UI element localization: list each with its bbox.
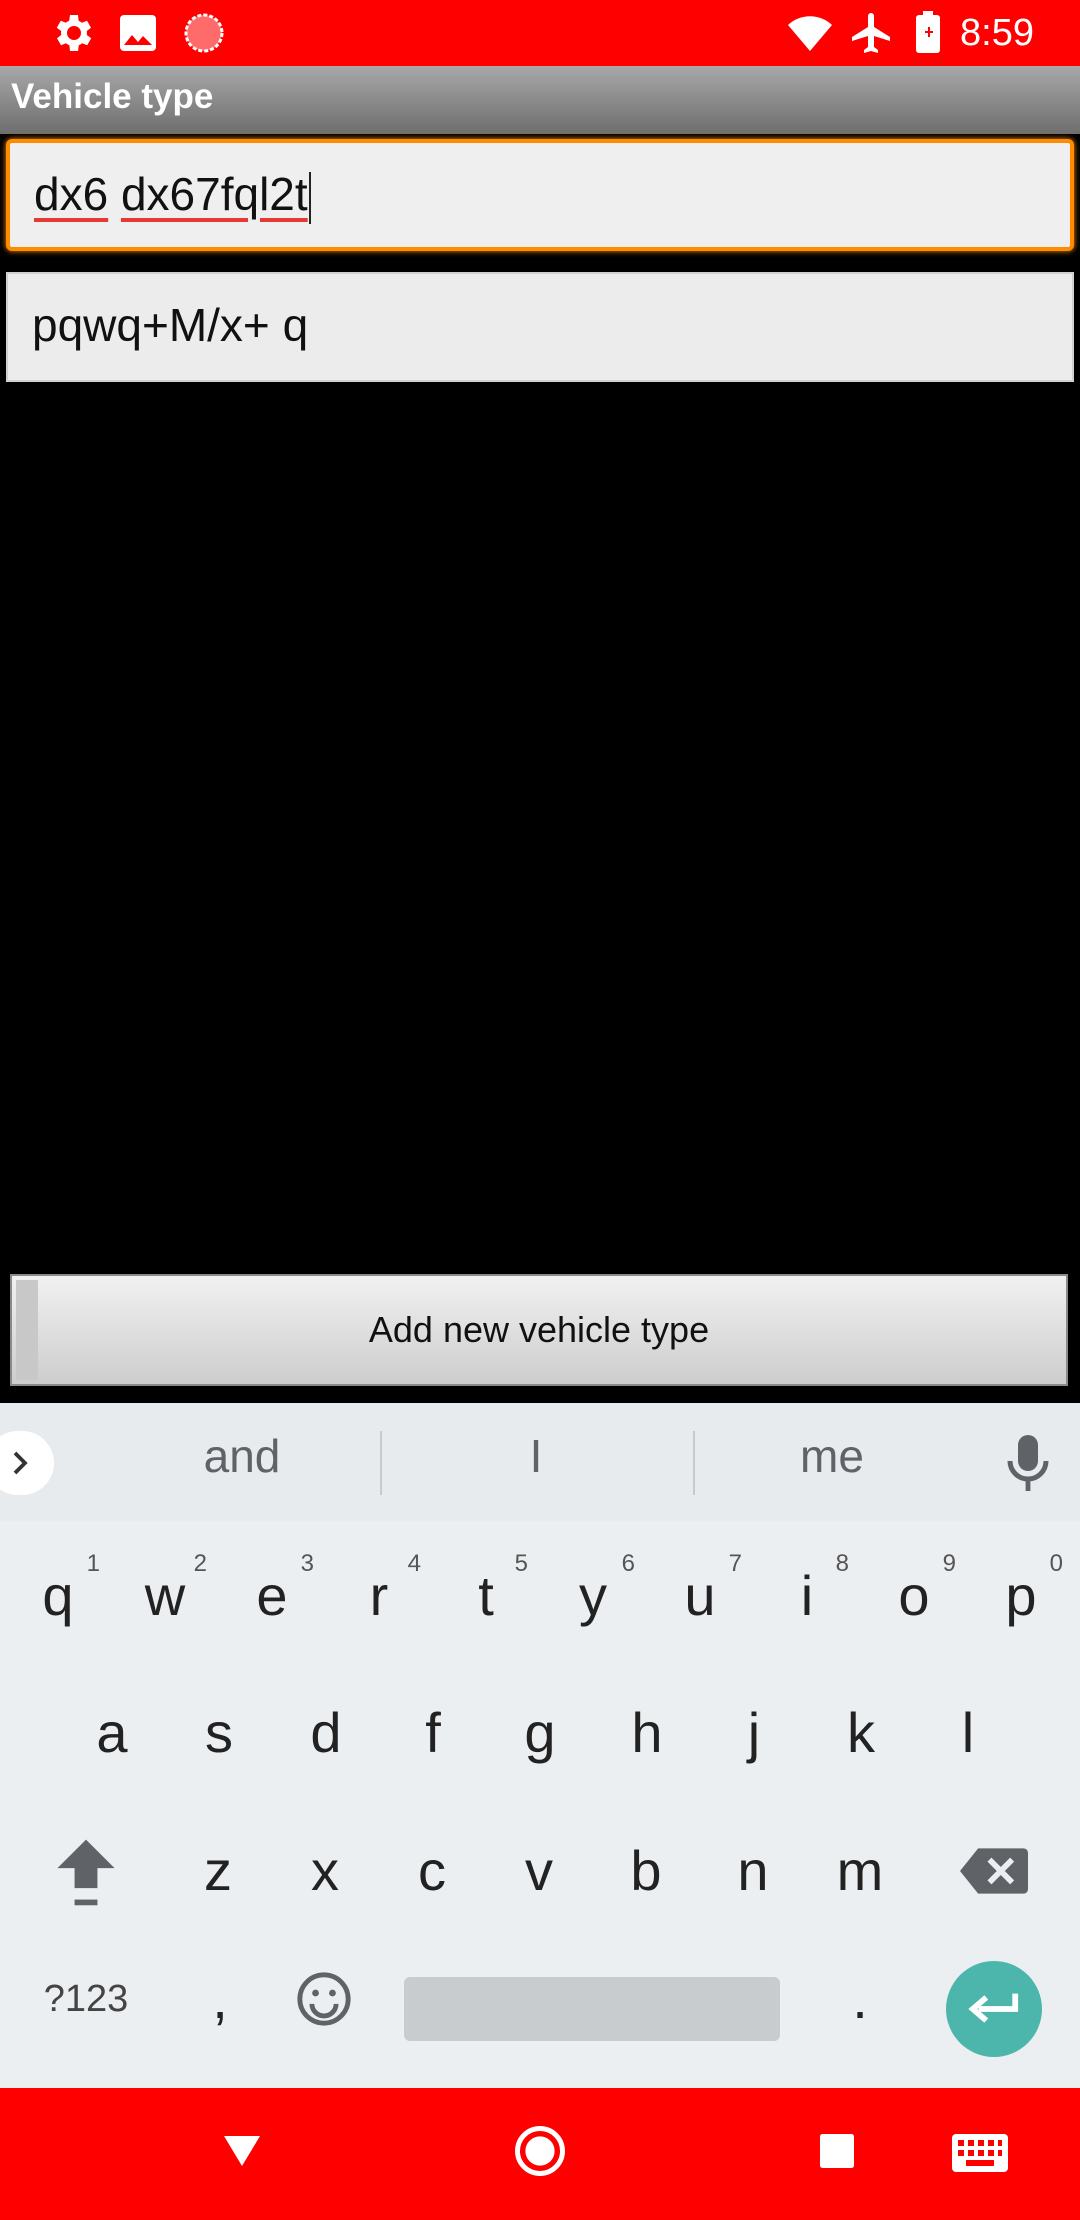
key-x[interactable]: x [275,1811,375,1931]
image-icon [120,15,156,51]
wifi-icon [788,16,832,51]
vehicle-description-input[interactable]: pqwq+M/x+ q [6,272,1074,382]
key-h[interactable]: h [597,1673,697,1793]
navigation-bar [0,2088,1080,2220]
expand-suggestions-button[interactable] [0,1431,54,1495]
key-i[interactable]: i8 [757,1536,857,1656]
symbols-key[interactable]: ?123 [36,1939,136,2059]
key-y[interactable]: y6 [543,1536,643,1656]
backspace-icon [960,1848,1028,1894]
comma-key[interactable]: , [170,1939,270,2059]
emoji-key[interactable] [274,1939,374,2059]
key-t[interactable]: t5 [436,1536,536,1656]
key-f[interactable]: f [383,1673,483,1793]
key-c[interactable]: c [382,1811,482,1931]
key-p[interactable]: p0 [971,1536,1071,1656]
microphone-icon[interactable] [1004,1431,1052,1495]
misspelled-word: dx67fql2t [120,168,308,220]
key-o[interactable]: o9 [864,1536,964,1656]
key-n[interactable]: n [703,1811,803,1931]
recents-icon[interactable] [820,2134,854,2168]
misspelled-word: dx6 [34,168,109,220]
back-icon[interactable] [222,2132,262,2168]
status-bar: 8:59 [0,0,1080,66]
key-r[interactable]: r4 [329,1536,429,1656]
suggestion-2[interactable]: I [386,1429,686,1483]
text-cursor [308,171,311,224]
enter-icon [968,1993,1019,2023]
key-w[interactable]: w2 [115,1536,215,1656]
chevron-right-icon [13,1451,28,1475]
emoji-icon [297,1972,351,2026]
page-title: Vehicle type [11,77,214,116]
airplane-mode-icon [852,13,890,53]
home-icon[interactable] [513,2124,567,2178]
period-key[interactable]: . [810,1939,910,2059]
battery-charging-icon [916,11,940,53]
enter-key[interactable] [946,1961,1042,2057]
key-a[interactable]: a [62,1673,162,1793]
space-key[interactable] [404,1977,780,2041]
suggestion-divider [380,1431,382,1495]
suggestion-1[interactable]: and [92,1429,392,1483]
key-m[interactable]: m [810,1811,910,1931]
key-u[interactable]: u7 [650,1536,750,1656]
vehicle-name-value: dx6 dx67fql2t [34,167,311,224]
key-k[interactable]: k [811,1673,911,1793]
suggestion-3[interactable]: me [682,1429,982,1483]
key-l[interactable]: l [918,1673,1018,1793]
add-vehicle-type-button[interactable]: Add new vehicle type [10,1274,1068,1386]
backspace-key[interactable] [944,1811,1044,1931]
suggestion-strip: and I me [0,1403,1080,1521]
keyboard-icon[interactable] [952,2134,1008,2172]
shift-icon [57,1839,115,1906]
key-q[interactable]: q1 [8,1536,108,1656]
key-s[interactable]: s [169,1673,269,1793]
vehicle-description-value: pqwq+M/x+ q [32,299,309,351]
key-b[interactable]: b [596,1811,696,1931]
shift-key[interactable] [36,1811,136,1931]
key-z[interactable]: z [168,1811,268,1931]
key-g[interactable]: g [490,1673,590,1793]
key-e[interactable]: e3 [222,1536,322,1656]
status-time: 8:59 [960,12,1034,54]
record-icon [184,13,224,53]
key-v[interactable]: v [489,1811,589,1931]
settings-icon [56,15,92,51]
soft-keyboard: and I me q1w2e3r4t5y6u7i8o9p0 asdfghjkl … [0,1403,1080,2088]
add-vehicle-type-label: Add new vehicle type [368,1309,710,1350]
key-j[interactable]: j [704,1673,804,1793]
app-title-bar: Vehicle type [0,66,1080,134]
key-d[interactable]: d [276,1673,376,1793]
vehicle-name-input[interactable]: dx6 dx67fql2t [6,139,1074,251]
